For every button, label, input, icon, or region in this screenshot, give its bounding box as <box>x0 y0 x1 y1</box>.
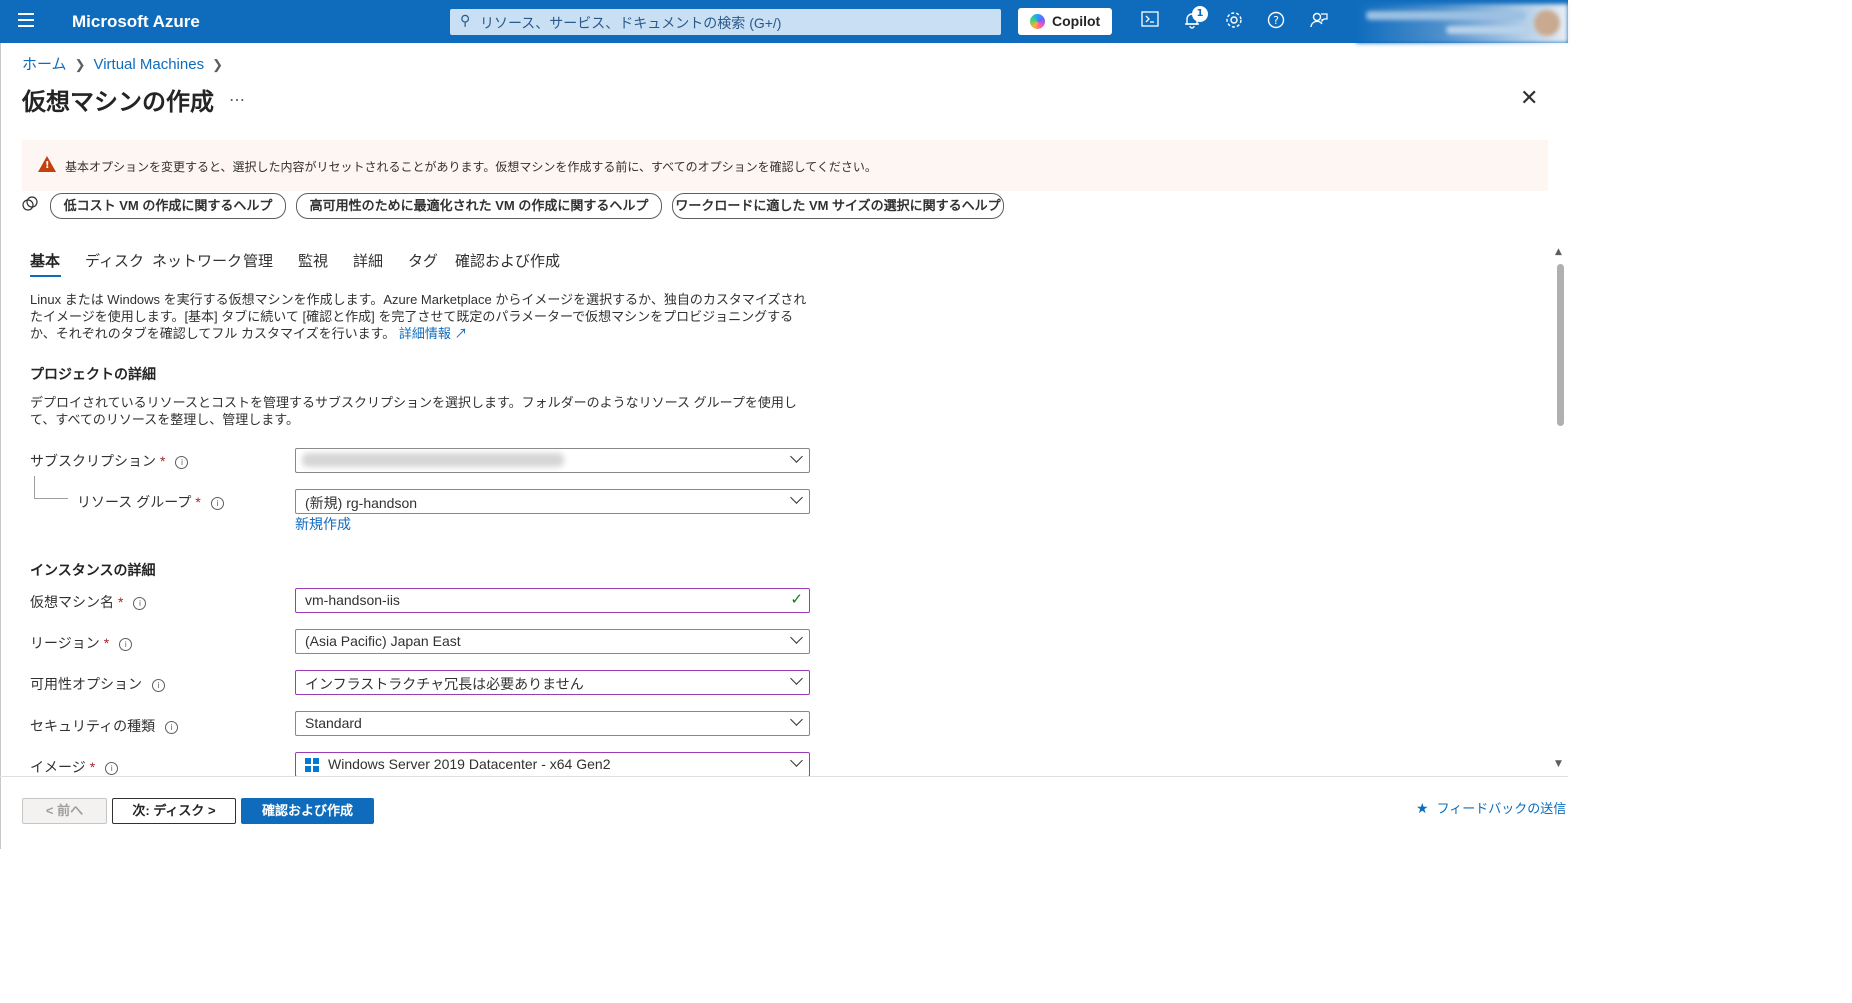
info-icon: i <box>105 762 119 775</box>
windows-logo-icon <box>305 758 319 772</box>
project-details-heading: プロジェクトの詳細 <box>30 366 156 382</box>
scrollbar-thumb[interactable] <box>1557 264 1564 426</box>
tab-disks[interactable]: ディスク <box>85 250 144 271</box>
create-new-resource-group-link[interactable]: 新規作成 <box>295 514 351 534</box>
global-search-input[interactable]: ⚲ リソース、サービス、ドキュメントの検索 (G+/) <box>450 9 1001 35</box>
menu-icon[interactable] <box>18 13 34 29</box>
breadcrumb-virtual-machines[interactable]: Virtual Machines <box>93 56 204 73</box>
security-type-select[interactable]: Standard <box>295 711 810 736</box>
help-high-availability-vm-button[interactable]: 高可用性のために最適化された VM の作成に関するヘルプ <box>296 193 662 219</box>
copilot-icon <box>1030 14 1045 29</box>
help-vm-size-button[interactable]: ワークロードに適した VM サイズの選択に関するヘルプ <box>672 193 1004 219</box>
instance-details-heading: インスタンスの詳細 <box>30 562 156 578</box>
info-icon: i <box>165 721 179 734</box>
chevron-down-icon <box>790 491 803 504</box>
avatar <box>1534 10 1560 36</box>
help-icon[interactable]: ? <box>1265 11 1287 33</box>
chevron-down-icon <box>790 631 803 644</box>
tab-basics[interactable]: 基本 <box>30 250 60 271</box>
tab-tags[interactable]: タグ <box>408 250 438 271</box>
chevron-down-icon <box>790 450 803 463</box>
subscription-label: サブスクリプション * i <box>30 451 189 471</box>
copilot-label: Copilot <box>1052 13 1101 29</box>
info-icon: i <box>175 456 189 469</box>
footer-divider <box>0 776 1568 777</box>
close-icon[interactable]: ✕ <box>1520 86 1538 111</box>
tab-networking[interactable]: ネットワーク <box>152 250 242 271</box>
chevron-down-icon <box>790 754 803 767</box>
availability-label: 可用性オプション i <box>30 674 165 694</box>
vm-name-label: 仮想マシン名 * i <box>30 592 147 612</box>
help-low-cost-vm-button[interactable]: 低コスト VM の作成に関するヘルプ <box>50 193 286 219</box>
checkmark-icon: ✓ <box>790 591 803 608</box>
window-edge <box>0 0 1 849</box>
help-assistant-icon <box>22 196 38 216</box>
intro-paragraph: Linux または Windows を実行する仮想マシンを作成します。Azure… <box>30 291 815 342</box>
svg-text:?: ? <box>1273 14 1279 27</box>
availability-value: インフラストラクチャ冗長は必要ありません <box>305 676 584 692</box>
info-icon: i <box>152 679 165 692</box>
info-icon: i <box>133 597 147 610</box>
review-create-button[interactable]: 確認および作成 <box>241 798 374 824</box>
account-directory-blurred <box>1446 26 1526 34</box>
copilot-button[interactable]: Copilot <box>1018 8 1112 35</box>
tab-review-create[interactable]: 確認および作成 <box>455 250 560 271</box>
cloud-shell-icon[interactable] <box>1139 11 1161 33</box>
image-label: イメージ * i <box>30 757 119 777</box>
external-link-icon: ↗ <box>454 326 468 341</box>
feedback-person-icon: ★ <box>1416 800 1429 816</box>
region-value: (Asia Pacific) Japan East <box>305 633 461 649</box>
warning-banner: ! 基本オプションを変更すると、選択した内容がリセットされることがあります。仮想… <box>22 140 1548 191</box>
account-name-blurred <box>1366 11 1526 20</box>
search-icon: ⚲ <box>460 13 471 29</box>
region-label: リージョン * i <box>30 633 133 653</box>
resource-group-value: (新規) rg-handson <box>305 495 418 511</box>
account-menu[interactable] <box>1356 4 1568 43</box>
info-icon: i <box>119 638 133 651</box>
availability-select[interactable]: インフラストラクチャ冗長は必要ありません <box>295 670 810 695</box>
vm-name-value: vm-handson-iis <box>305 592 400 608</box>
vm-name-input[interactable]: vm-handson-iis ✓ <box>295 588 810 613</box>
security-type-label: セキュリティの種類 i <box>30 716 179 736</box>
resource-group-select[interactable]: (新規) rg-handson <box>295 489 810 514</box>
previous-button[interactable]: < 前へ <box>22 798 107 824</box>
region-select[interactable]: (Asia Pacific) Japan East <box>295 629 810 654</box>
chevron-right-icon: ❯ <box>74 57 86 72</box>
project-description: デプロイされているリソースとコストを管理するサブスクリプションを選択します。フォ… <box>30 395 797 427</box>
active-tab-indicator <box>30 275 61 277</box>
warning-icon: ! <box>38 156 56 172</box>
chevron-down-icon <box>790 672 803 685</box>
search-placeholder: リソース、サービス、ドキュメントの検索 (G+/) <box>480 15 782 31</box>
chevron-right-icon: ❯ <box>212 57 223 72</box>
subscription-select[interactable] <box>295 448 810 473</box>
feedback-person-icon[interactable] <box>1308 11 1330 33</box>
more-options-button[interactable]: … <box>229 86 245 105</box>
tab-monitoring[interactable]: 監視 <box>298 250 328 271</box>
image-select[interactable]: Windows Server 2019 Datacenter - x64 Gen… <box>295 752 810 777</box>
info-icon: i <box>210 497 224 510</box>
tree-connector <box>34 476 35 498</box>
breadcrumb: ホーム ❯ Virtual Machines ❯ <box>22 53 231 74</box>
scroll-up-arrow[interactable]: ▲ <box>1555 247 1562 257</box>
tree-connector <box>34 498 68 499</box>
tab-advanced[interactable]: 詳細 <box>353 250 383 271</box>
breadcrumb-home[interactable]: ホーム <box>22 56 67 73</box>
settings-gear-icon[interactable] <box>1223 11 1245 33</box>
send-feedback-link[interactable]: ★ フィードバックの送信 <box>1416 798 1566 817</box>
subscription-value-blurred <box>302 453 564 467</box>
notification-badge: 1 <box>1192 6 1208 22</box>
learn-more-link[interactable]: 詳細情報 ↗ <box>399 326 468 341</box>
tab-management[interactable]: 管理 <box>243 250 273 271</box>
chevron-down-icon <box>790 713 803 726</box>
top-bar: Microsoft Azure ⚲ リソース、サービス、ドキュメントの検索 (G… <box>0 0 1568 43</box>
page-title: 仮想マシンの作成 <box>22 89 214 116</box>
security-type-value: Standard <box>305 715 362 731</box>
warning-text: 基本オプションを変更すると、選択した内容がリセットされることがあります。仮想マシ… <box>65 160 877 174</box>
scroll-down-arrow[interactable]: ▼ <box>1555 759 1562 769</box>
next-disks-button[interactable]: 次: ディスク > <box>112 798 236 824</box>
brand-title[interactable]: Microsoft Azure <box>72 12 200 32</box>
resource-group-label: リソース グループ * i <box>77 492 224 512</box>
image-value: Windows Server 2019 Datacenter - x64 Gen… <box>328 756 611 772</box>
